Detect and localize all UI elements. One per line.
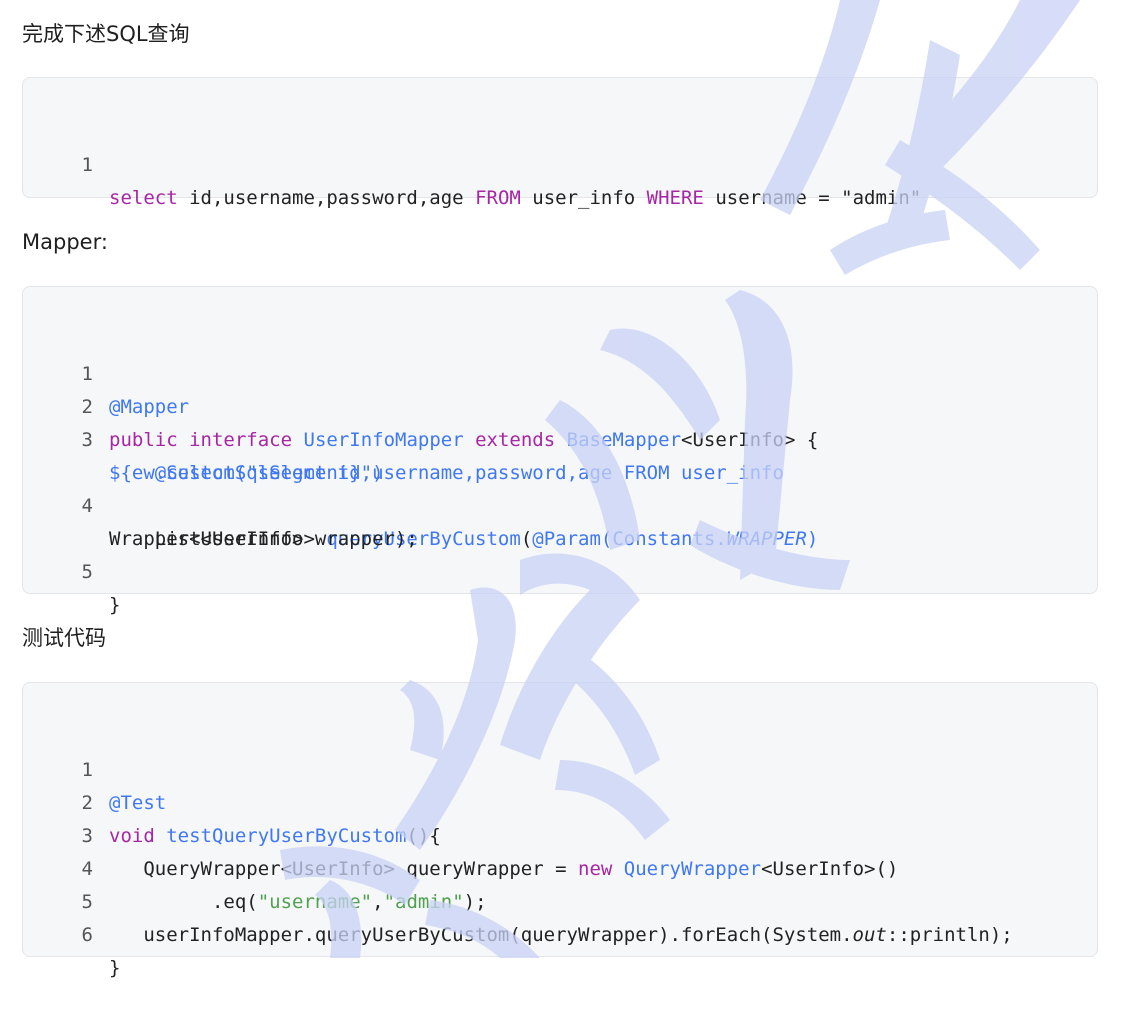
code-token: ::println); [886, 924, 1013, 946]
code-line: 1 select id,username,password,age FROM u… [23, 116, 1097, 209]
code-token-keyword: select [109, 187, 178, 209]
code-line: 3 @Select("select id,username,password,a… [23, 391, 1097, 484]
code-token: } [109, 594, 121, 616]
code-block-test: 1 @Test 2 void testQueryUserByCustom(){ … [22, 682, 1098, 979]
code-block-mapper: 1 @Mapper 2 public interface UserInfoMap… [22, 286, 1098, 616]
line-number: 1 [81, 154, 93, 176]
code-line: 1 @Mapper [23, 325, 1097, 418]
code-token: userInfoMapper.queryUserByCustom(queryWr… [109, 924, 853, 946]
code-line-continuation: Wrapper<UserInfo> wrapper); [23, 490, 1097, 550]
code-token: username = "admin" [703, 187, 922, 209]
line-number: 6 [81, 924, 93, 946]
code-block-sql: 1 select id,username,password,age FROM u… [22, 77, 1098, 209]
code-token-field: out [852, 924, 887, 946]
code-line: 4 List<UserInfo> queryUserByCustom(@Para… [23, 457, 1097, 550]
code-line: 5 } [23, 523, 1097, 616]
code-token-keyword: FROM [475, 187, 521, 209]
code-token: user_info [520, 187, 647, 209]
code-line: 5 userInfoMapper.queryUserByCustom(query… [23, 853, 1097, 946]
code-token: id,username,password,age [177, 187, 476, 209]
code-line-continuation: ${ew.customSqlSegment}") [23, 424, 1097, 484]
code-line: 3 QueryWrapper<UserInfo> queryWrapper = … [23, 787, 1097, 880]
code-line: 4 .eq("username","admin"); [23, 820, 1097, 913]
code-token-keyword: WHERE [646, 187, 704, 209]
code-line: 2 public interface UserInfoMapper extend… [23, 358, 1097, 451]
section-heading-sql: 完成下述SQL查询 [22, 22, 190, 46]
code-line: 2 void testQueryUserByCustom(){ [23, 754, 1097, 847]
code-line: 6 } [23, 886, 1097, 979]
code-line: 1 @Test [23, 721, 1097, 814]
code-token: } [109, 957, 121, 979]
line-number: 5 [81, 561, 93, 583]
